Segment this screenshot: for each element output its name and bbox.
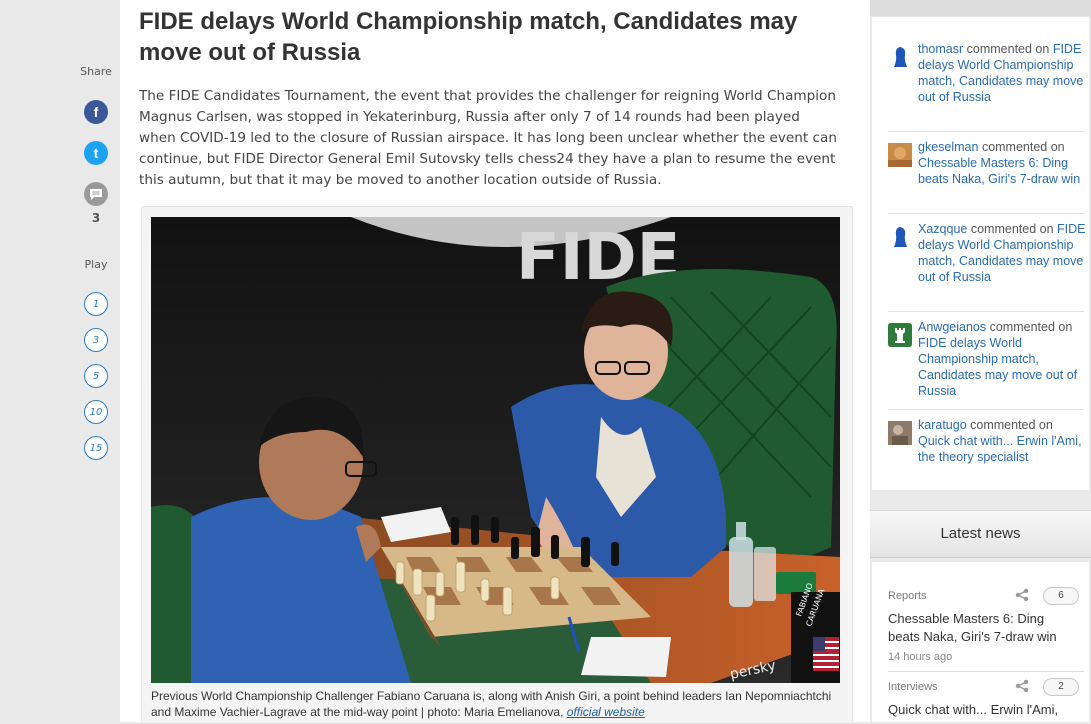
play-option-label: 5 xyxy=(92,370,100,382)
speech-bubble-icon xyxy=(90,188,102,200)
play-option-label: 3 xyxy=(92,334,100,346)
share-icon[interactable] xyxy=(1015,588,1029,602)
comment-divider xyxy=(888,213,1084,214)
blue-pawn-avatar-icon xyxy=(894,47,907,67)
comment-user-link[interactable]: thomasr xyxy=(918,42,963,56)
comment-action: commented on xyxy=(966,42,1050,56)
comment-action: commented on xyxy=(989,320,1073,334)
play-1-minute-button[interactable]: 1 xyxy=(84,292,108,316)
news-title-link[interactable]: Quick chat with... Erwin l'Ami, xyxy=(888,701,1078,719)
comment-article-link[interactable]: FIDE delays World Championship match, Ca… xyxy=(918,336,1077,398)
right-sidebar: thomasr commented on FIDE delays World C… xyxy=(870,0,1091,722)
comment-divider xyxy=(888,409,1084,410)
twitter-icon: t xyxy=(93,145,99,161)
caption-text: Previous World Championship Challenger F… xyxy=(151,689,832,719)
news-title-link[interactable]: Chessable Masters 6: Ding beats Naka, Gi… xyxy=(888,610,1078,646)
user-photo-avatar xyxy=(888,421,912,445)
play-15-minute-button[interactable]: 15 xyxy=(84,436,108,460)
comment-article-link[interactable]: Chessable Masters 6: Ding beats Naka, Gi… xyxy=(918,156,1080,186)
comment-user-link[interactable]: karatugo xyxy=(918,418,967,432)
official-website-link[interactable]: official website xyxy=(567,705,645,719)
comment-action: commented on xyxy=(970,222,1054,236)
play-10-minute-button[interactable]: 10 xyxy=(84,400,108,424)
comment-user-link[interactable]: Xazqque xyxy=(918,222,967,236)
news-timestamp: 14 hours ago xyxy=(888,651,953,663)
comment-action: commented on xyxy=(970,418,1053,432)
comment-divider xyxy=(888,131,1084,132)
chess-match-photo: FIDE FABIANO CARUANA persky xyxy=(151,217,840,683)
play-option-label: 10 xyxy=(89,406,103,418)
play-option-label: 1 xyxy=(92,298,100,310)
latest-news-heading: Latest news xyxy=(940,525,1021,542)
comment-item: gkeselman commented on Chessable Masters… xyxy=(888,139,1088,187)
comment-item: karatugo commented on Quick chat with...… xyxy=(888,417,1088,465)
news-divider xyxy=(888,671,1084,672)
facebook-icon: f xyxy=(93,104,99,120)
play-option-label: 15 xyxy=(89,442,103,454)
comment-count-badge[interactable]: 2 xyxy=(1043,678,1079,696)
latest-news-header: Latest news xyxy=(870,510,1091,558)
comment-item: thomasr commented on FIDE delays World C… xyxy=(888,41,1088,105)
twitter-share-button[interactable]: t xyxy=(84,141,108,165)
comment-article-link[interactable]: Quick chat with... Erwin l'Ami, the theo… xyxy=(918,434,1082,464)
photo-caption: Previous World Championship Challenger F… xyxy=(151,688,851,720)
article-intro: The FIDE Candidates Tournament, the even… xyxy=(139,88,837,188)
comment-item: Anwgeianos commented on FIDE delays Worl… xyxy=(888,319,1088,399)
play-3-minute-button[interactable]: 3 xyxy=(84,328,108,352)
share-sidebar: Share f t 3 Play 1 3 5 10 15 xyxy=(0,0,120,722)
comment-item: Xazqque commented on FIDE delays World C… xyxy=(888,221,1088,285)
green-rook-avatar-icon xyxy=(888,323,912,347)
play-5-minute-button[interactable]: 5 xyxy=(84,364,108,388)
article-title: FIDE delays World Championship match, Ca… xyxy=(139,8,798,66)
article: FIDE delays World Championship match, Ca… xyxy=(120,0,870,724)
comments-panel-header xyxy=(870,0,1091,16)
comments-button[interactable] xyxy=(84,182,108,206)
share-icon[interactable] xyxy=(1015,679,1029,693)
user-photo-avatar xyxy=(888,143,912,167)
comment-action: commented on xyxy=(981,140,1065,154)
comment-divider xyxy=(888,311,1084,312)
news-category[interactable]: Interviews xyxy=(888,681,938,693)
article-photo-frame: FIDE FABIANO CARUANA persky Previous Wor… xyxy=(141,206,853,724)
blue-pawn-avatar-icon xyxy=(894,227,907,247)
news-category[interactable]: Reports xyxy=(888,590,927,602)
comment-user-link[interactable]: gkeselman xyxy=(918,140,978,154)
facebook-share-button[interactable]: f xyxy=(84,100,108,124)
comment-user-link[interactable]: Anwgeianos xyxy=(918,320,986,334)
article-photo[interactable]: FIDE FABIANO CARUANA persky xyxy=(151,217,840,683)
comment-count-badge[interactable]: 6 xyxy=(1043,587,1079,605)
